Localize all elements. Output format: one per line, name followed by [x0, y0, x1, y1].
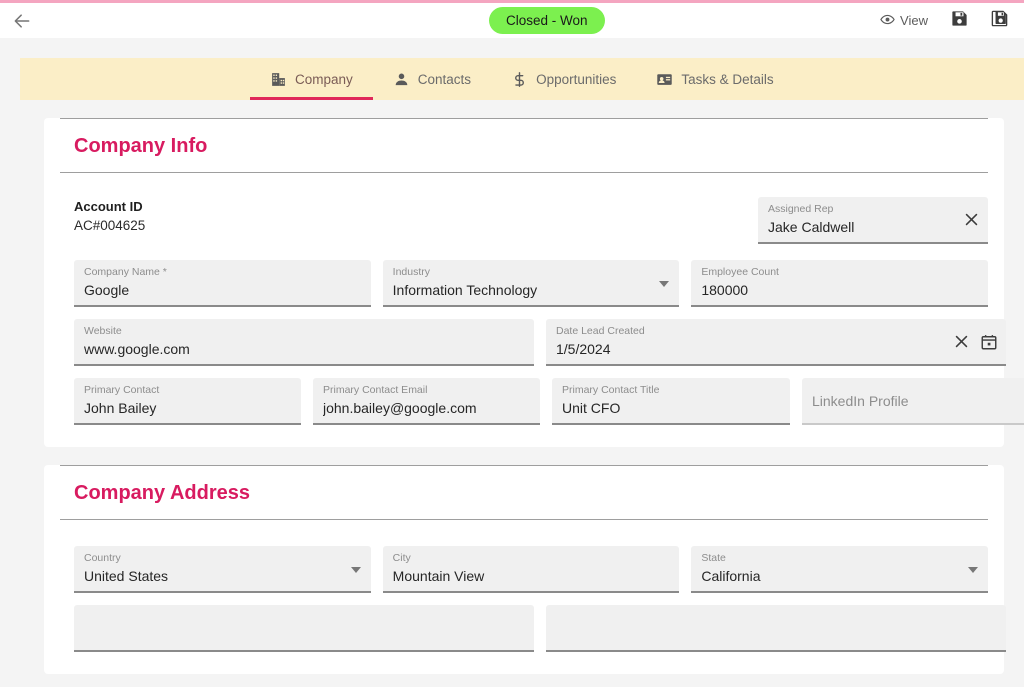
company-address-card: Company Address Country United States Ci… [44, 465, 1006, 674]
building-icon [270, 71, 287, 88]
back-button[interactable] [0, 3, 44, 38]
country-value: United States [84, 568, 169, 584]
company-info-row-2: Website www.google.com Date Lead Created… [60, 319, 1006, 366]
linkedin-profile-field[interactable]: LinkedIn Profile [802, 378, 1024, 425]
primary-contact-value: John Bailey [84, 400, 157, 416]
tab-bar: Company Contacts Opportunities Tasks & D… [20, 58, 1024, 100]
save-as-icon [990, 9, 1009, 33]
state-label: State [701, 552, 726, 564]
linkedin-profile-placeholder: LinkedIn Profile [812, 392, 909, 409]
assigned-rep-value: Jake Caldwell [768, 219, 855, 235]
tab-opportunities[interactable]: Opportunities [491, 58, 636, 100]
save-icon [950, 9, 969, 33]
company-address-title: Company Address [60, 465, 988, 520]
state-field[interactable]: State California [691, 546, 989, 593]
company-info-row-3: Primary Contact John Bailey Primary Cont… [60, 378, 1024, 425]
primary-contact-email-field[interactable]: Primary Contact Email john.bailey@google… [313, 378, 540, 425]
view-label: View [900, 13, 928, 28]
tab-company[interactable]: Company [250, 58, 373, 100]
website-value: www.google.com [84, 341, 190, 357]
assigned-rep-label: Assigned Rep [768, 203, 834, 215]
industry-field[interactable]: Industry Information Technology [382, 260, 680, 307]
employee-count-value: 180000 [701, 282, 749, 298]
contact-card-icon [656, 71, 673, 88]
country-label: Country [84, 552, 121, 564]
status-badge[interactable]: Closed - Won [489, 7, 605, 34]
industry-label: Industry [392, 266, 431, 278]
account-id-label: Account ID [74, 199, 143, 214]
primary-contact-field[interactable]: Primary Contact John Bailey [74, 378, 301, 425]
company-info-title: Company Info [60, 118, 988, 173]
account-id-block: Account ID AC#004625 [74, 197, 145, 236]
primary-contact-email-value: john.bailey@google.com [323, 400, 477, 416]
account-id-row: Account ID AC#004625 Assigned Rep Jake C… [60, 173, 988, 248]
company-name-label: Company Name * [84, 266, 167, 278]
website-label: Website [84, 325, 122, 337]
address-extra-field[interactable] [546, 605, 1006, 652]
date-field-icons [953, 319, 998, 364]
date-lead-created-field[interactable]: Date Lead Created 1/5/2024 [546, 319, 1006, 366]
form-scroll-area[interactable]: Company Info Account ID AC#004625 Assign… [0, 100, 1024, 687]
city-field[interactable]: City Mountain View [382, 546, 680, 593]
tab-opportunities-label: Opportunities [536, 71, 617, 87]
view-button[interactable]: View [872, 8, 936, 34]
tab-contacts-label: Contacts [417, 71, 472, 87]
page-header: Closed - Won View [0, 3, 1024, 38]
save-as-button[interactable] [982, 6, 1016, 36]
state-value: California [701, 568, 761, 584]
eye-icon [880, 12, 895, 30]
close-icon[interactable] [953, 333, 970, 350]
address-line-field[interactable] [74, 605, 534, 652]
tab-contacts[interactable]: Contacts [373, 58, 491, 100]
assigned-rep-field[interactable]: Assigned Rep Jake Caldwell [758, 197, 988, 244]
primary-contact-title-field[interactable]: Primary Contact Title Unit CFO [552, 378, 790, 425]
crm-record-page: Closed - Won View Company Contacts Oppor… [0, 0, 1024, 687]
primary-contact-title-value: Unit CFO [562, 400, 621, 416]
chevron-down-icon[interactable] [968, 567, 979, 573]
employee-count-label: Employee Count [701, 266, 779, 278]
save-button[interactable] [942, 6, 976, 36]
country-field[interactable]: Country United States [74, 546, 371, 593]
date-lead-created-label: Date Lead Created [556, 325, 645, 337]
calendar-icon[interactable] [980, 333, 998, 351]
city-label: City [392, 552, 411, 564]
primary-contact-title-label: Primary Contact Title [562, 384, 660, 396]
dollar-icon [511, 71, 528, 88]
chevron-down-icon[interactable] [350, 567, 361, 573]
company-name-field[interactable]: Company Name * Google [74, 260, 371, 307]
company-name-value: Google [84, 282, 130, 298]
primary-contact-label: Primary Contact [84, 384, 160, 396]
company-address-row-1: Country United States City Mountain View… [60, 546, 989, 593]
close-icon[interactable] [963, 211, 980, 228]
date-lead-created-value: 1/5/2024 [556, 341, 611, 357]
company-address-row-2 [60, 605, 1006, 652]
tab-tasks-details-label: Tasks & Details [681, 71, 774, 87]
industry-value: Information Technology [392, 282, 538, 298]
account-id-value: AC#004625 [74, 218, 146, 233]
tab-tasks-details[interactable]: Tasks & Details [636, 58, 793, 100]
assigned-rep-icons [963, 197, 980, 242]
chevron-down-icon[interactable] [659, 281, 670, 287]
tab-company-label: Company [295, 71, 353, 87]
company-info-card: Company Info Account ID AC#004625 Assign… [44, 118, 1024, 447]
primary-contact-email-label: Primary Contact Email [323, 384, 428, 396]
assigned-rep-wrap: Assigned Rep Jake Caldwell [758, 197, 988, 244]
arrow-left-icon [12, 11, 32, 31]
company-info-row-1: Company Name * Google Industry Informati… [60, 260, 989, 307]
person-icon [393, 71, 410, 88]
employee-count-field[interactable]: Employee Count 180000 [691, 260, 989, 307]
website-field[interactable]: Website www.google.com [74, 319, 534, 366]
header-actions: View [872, 3, 1016, 38]
city-value: Mountain View [392, 568, 485, 584]
